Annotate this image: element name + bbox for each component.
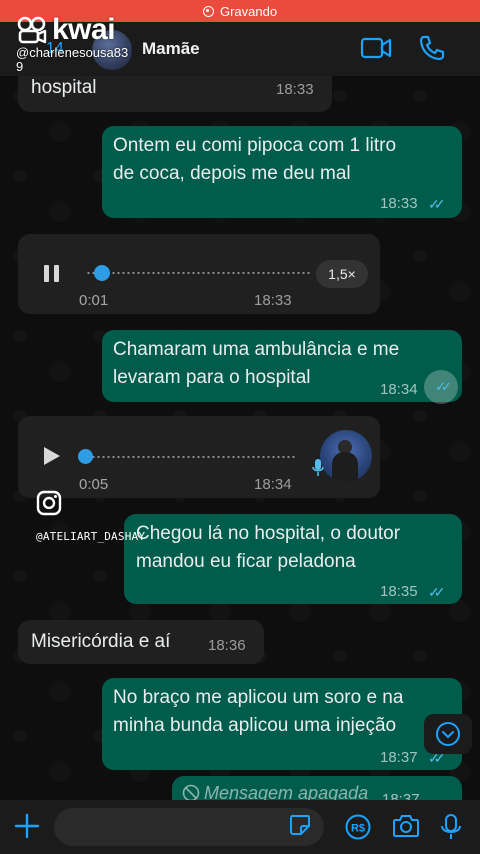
message-time: 18:33 (254, 292, 292, 309)
contact-name[interactable]: Mamãe (142, 39, 200, 59)
voice-message[interactable]: 0:01 18:33 1,5× (18, 234, 380, 314)
message-time: 18:37 (380, 749, 418, 766)
microphone-icon (312, 459, 324, 476)
message-time: 18:36 (208, 637, 246, 654)
audio-seek-handle[interactable] (94, 265, 110, 281)
message-time: 18:33 (380, 195, 418, 212)
kwai-brand: kwai (52, 13, 116, 46)
instagram-handle: @ATELIART_DASHAY (36, 530, 146, 543)
message-deleted[interactable]: Mensagem apagada 18:37 (172, 776, 462, 800)
deleted-icon (182, 784, 200, 800)
chat-area[interactable]: hospital 18:33 Ontem eu comi pipoca com … (0, 76, 480, 800)
message-text-line2: minha bunda aplicou uma injeção (113, 715, 397, 736)
playback-speed-button[interactable]: 1,5× (316, 260, 368, 288)
audio-duration: 0:05 (79, 476, 109, 493)
plus-icon[interactable] (14, 813, 40, 839)
message-input[interactable] (54, 808, 324, 846)
audio-duration: 0:01 (79, 292, 109, 309)
scroll-down-button[interactable] (424, 714, 472, 754)
audio-waveform (86, 272, 312, 274)
instagram-icon (36, 490, 62, 516)
microphone-icon[interactable] (440, 813, 462, 841)
play-icon[interactable] (42, 446, 62, 466)
message-text-line1: Chamaram uma ambulância e me (113, 339, 400, 360)
message-text: Misericórdia e aí (31, 631, 171, 652)
message-text-line2: levaram para o hospital (113, 367, 311, 388)
kwai-logo-icon (17, 16, 47, 44)
kwai-username: @charlenesousa839 (16, 45, 129, 74)
sticker-icon[interactable] (288, 813, 312, 837)
audio-seek-handle[interactable] (78, 449, 93, 464)
message-time: 18:37 (382, 791, 420, 800)
message-incoming[interactable]: hospital 18:33 (18, 76, 332, 112)
composer-bar: R$ (0, 800, 480, 854)
message-time: 18:34 (254, 476, 292, 493)
read-ticks-icon: ✓✓ (428, 584, 446, 600)
camera-icon[interactable] (392, 813, 420, 839)
voice-message[interactable]: 0:05 18:34 (18, 416, 380, 498)
message-text-line2: mandou eu ficar peladona (136, 551, 356, 572)
message-text-line1: Chegou lá no hospital, o doutor (136, 523, 401, 544)
tap-indicator: ✓✓ (424, 370, 458, 404)
read-ticks-icon: ✓✓ (435, 379, 452, 394)
message-time: 18:34 (380, 381, 418, 398)
audio-waveform (86, 456, 296, 458)
chevron-down-icon (436, 722, 460, 746)
message-time: 18:35 (380, 583, 418, 600)
message-outgoing[interactable]: Ontem eu comi pipoca com 1 litro de coca… (102, 126, 462, 218)
recording-label: Gravando (219, 3, 278, 19)
deleted-message-text: Mensagem apagada (204, 783, 369, 800)
message-text-line1: Ontem eu comi pipoca com 1 litro (113, 135, 397, 156)
sender-avatar (320, 430, 372, 482)
message-outgoing[interactable]: No braço me aplicou um soro e na minha b… (102, 678, 462, 770)
video-camera-icon[interactable] (360, 34, 392, 62)
pause-icon[interactable] (42, 264, 62, 284)
message-text-line2: de coca, depois me deu mal (113, 163, 351, 184)
message-incoming[interactable]: Misericórdia e aí 18:36 (18, 620, 264, 664)
phone-icon[interactable] (418, 34, 446, 62)
message-text-line1: No braço me aplicou um soro e na (113, 687, 404, 708)
message-outgoing[interactable]: Chamaram uma ambulância e me levaram par… (102, 330, 462, 404)
svg-text:R$: R$ (351, 823, 365, 835)
message-time: 18:33 (276, 81, 314, 98)
pix-icon[interactable]: R$ (344, 813, 372, 841)
message-outgoing[interactable]: Chegou lá no hospital, o doutor mandou e… (124, 514, 462, 604)
message-text: hospital (31, 77, 97, 98)
read-ticks-icon: ✓✓ (428, 196, 446, 212)
record-icon (202, 5, 214, 17)
kwai-watermark: kwai @charlenesousa839 (16, 13, 136, 74)
